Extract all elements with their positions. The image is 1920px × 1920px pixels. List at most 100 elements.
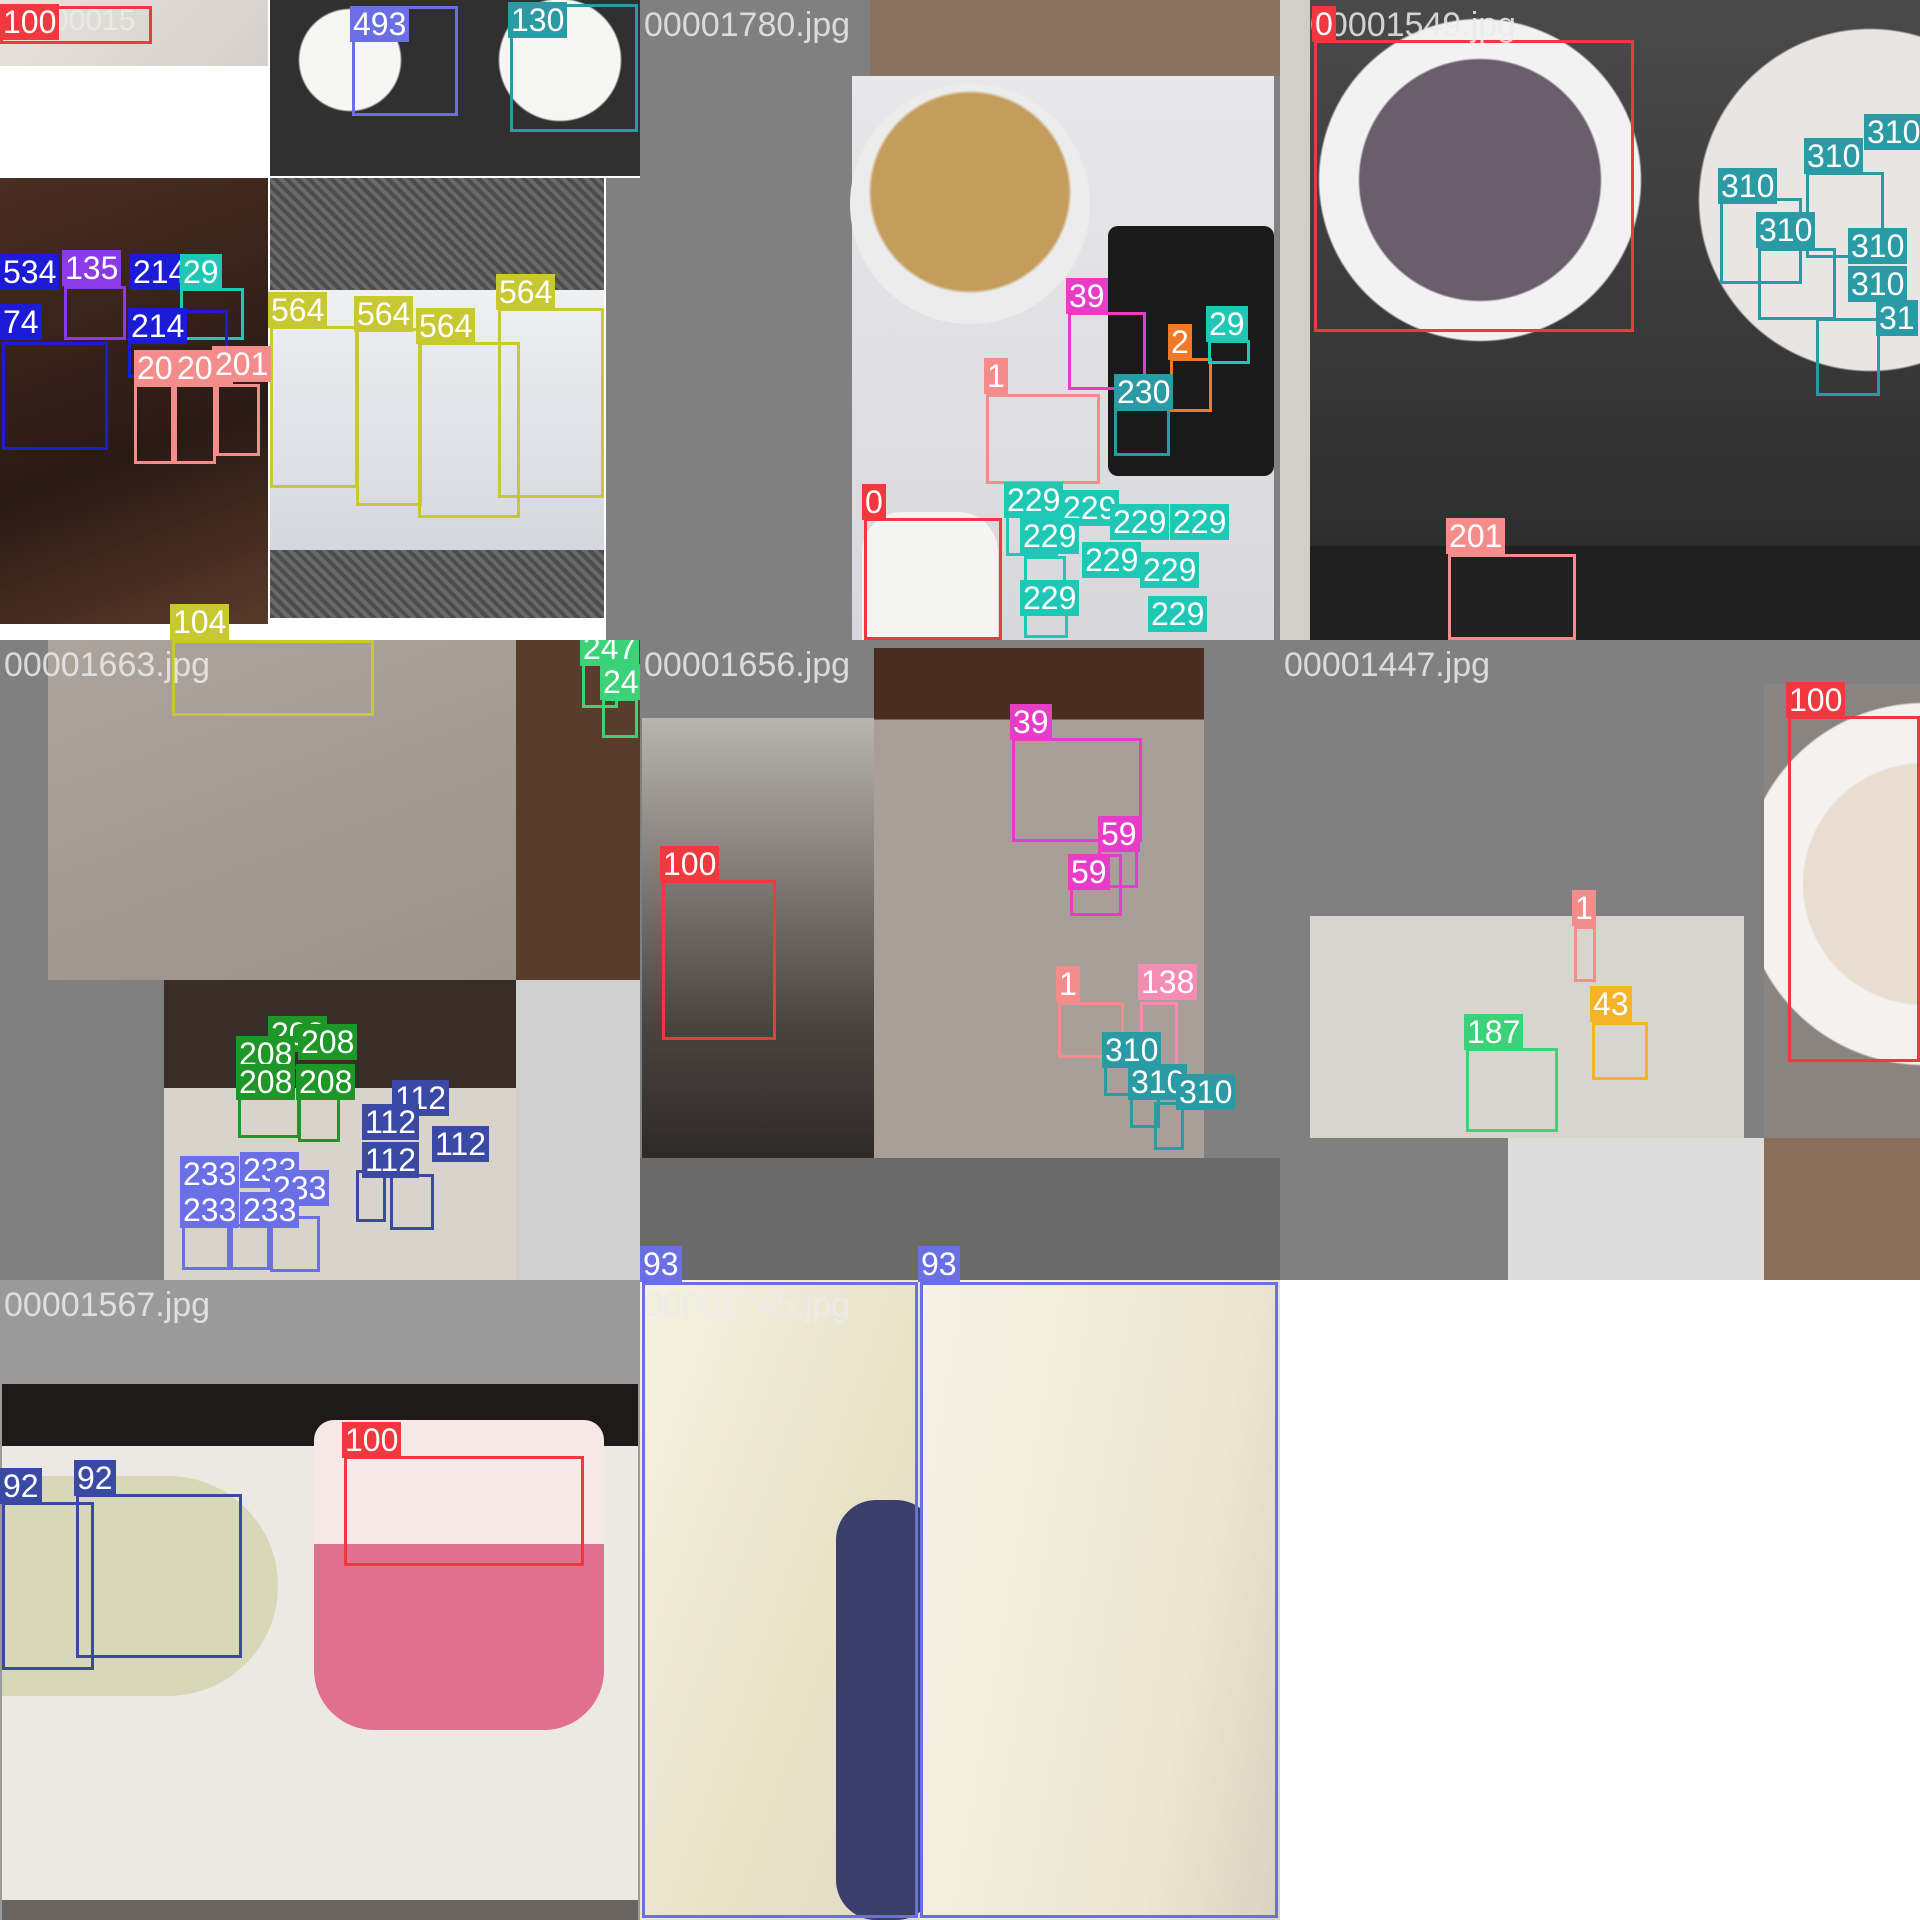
bbox-label: 100	[0, 4, 60, 40]
photo-bottom-wall	[1508, 1138, 1764, 1280]
bbox-label: 233	[240, 1192, 300, 1228]
bbox-label: 187	[1464, 1014, 1524, 1050]
photo-gray-bottom	[640, 1158, 1280, 1280]
bbox-93b	[920, 1282, 1278, 1918]
bbox-label: 564	[416, 308, 476, 344]
bbox-247b	[602, 698, 638, 738]
photo-left-strip	[1280, 0, 1310, 640]
bbox-label: 229	[1170, 504, 1230, 540]
photo-soup-bowl	[850, 84, 1090, 324]
bbox-label: 229	[1140, 552, 1200, 588]
bbox-label: 130	[508, 2, 568, 38]
bbox-92b	[76, 1494, 242, 1658]
bbox-label: 233	[180, 1156, 240, 1192]
bbox-label: 229	[1082, 542, 1142, 578]
bbox-label: 310	[1176, 1074, 1236, 1110]
bbox-564	[270, 326, 358, 488]
tile-6: 00001447.jpg 100 1 43 187	[1280, 640, 1920, 1280]
bbox-label: 534	[0, 254, 60, 290]
photo-counter	[516, 980, 640, 1280]
bbox-564b	[356, 328, 422, 506]
bbox-label: 43	[1590, 986, 1632, 1022]
bbox-135	[64, 286, 126, 340]
bbox-label: 135	[62, 250, 122, 286]
bbox-label: 214	[128, 308, 188, 344]
bbox-202	[134, 384, 174, 464]
bbox-label: 29	[180, 254, 222, 290]
bbox-1	[1574, 926, 1596, 982]
bbox-233b	[230, 1224, 270, 1270]
bbox-1	[986, 394, 1100, 484]
tile-filename: 00001549.jpg	[1310, 6, 1517, 44]
bbox-43	[1592, 1022, 1648, 1080]
bbox-label: 310	[1804, 138, 1864, 174]
bbox-label: 208	[298, 1024, 358, 1060]
tile-filename: 00001567.jpg	[4, 1286, 211, 1324]
bbox-label: 247	[600, 664, 640, 700]
bbox-label: 104	[170, 604, 230, 640]
bbox-2	[1170, 358, 1212, 412]
bbox-74	[2, 342, 108, 450]
bbox-label: 39	[1010, 704, 1052, 740]
bbox-label: 564	[354, 296, 414, 332]
bbox-label: 247	[580, 640, 640, 666]
bbox-label: 1	[1572, 890, 1596, 926]
tile-filename: 00015	[52, 4, 136, 37]
bbox-label: 138	[1138, 964, 1198, 1000]
bbox-112b	[390, 1174, 434, 1230]
bbox-label: 112	[362, 1104, 420, 1140]
tile-filename: 00001447.jpg	[1284, 646, 1491, 684]
tile-filename: 00001663.jpg	[4, 646, 211, 684]
bbox-label: 0	[1312, 6, 1336, 42]
tile-4: 00001663.jpg 104 247 247 208 208 208 208…	[0, 640, 640, 1280]
bbox-label: 1	[984, 358, 1008, 394]
bbox-202b	[174, 384, 216, 464]
photo-strip-bottom	[1310, 546, 1920, 640]
tile-8: 00001745.jpg 93 93	[640, 1280, 1280, 1920]
bbox-label: 31	[1876, 300, 1918, 336]
bbox-100	[662, 880, 776, 1040]
photo-bottom-strip	[2, 1900, 638, 1920]
bbox-187	[1466, 1048, 1558, 1132]
tile-filename: 00001780.jpg	[644, 6, 851, 44]
bbox-label: 493	[350, 6, 410, 42]
bbox-label: 74	[0, 304, 42, 340]
bbox-201	[1448, 554, 1576, 640]
bbox-label: 310	[1848, 228, 1908, 264]
bbox-label: 59	[1068, 854, 1110, 890]
bbox-100	[1788, 716, 1920, 1062]
bbox-label: 29	[1206, 306, 1248, 342]
bbox-label: 0	[862, 484, 886, 520]
bbox-0	[864, 518, 1002, 640]
bbox-label: 93	[640, 1246, 682, 1282]
bbox-29	[1208, 340, 1250, 364]
bbox-label: 100	[1786, 682, 1846, 718]
bbox-100	[344, 1456, 584, 1566]
bbox-label: 112	[432, 1126, 490, 1162]
bbox-93	[642, 1282, 918, 1918]
bbox-label: 310	[1848, 266, 1908, 302]
bbox-201	[216, 384, 260, 456]
bbox-label: 229	[1004, 482, 1064, 518]
bbox-310d	[1816, 318, 1880, 396]
tile-filename: 00001745.jpg	[644, 1286, 851, 1324]
tile-7: 00001567.jpg 100 92 92	[0, 1280, 640, 1920]
bbox-label: 233	[180, 1192, 240, 1228]
bbox-label: 1	[1056, 966, 1080, 1002]
bbox-label: 230	[1114, 374, 1174, 410]
bbox-label: 2	[1168, 324, 1192, 360]
tile-1: 00015 100 493 130 534 135 214 29 74 214 …	[0, 0, 640, 640]
bbox-310c	[1758, 248, 1836, 320]
bbox-label: 229	[1110, 504, 1170, 540]
bbox-230	[1114, 408, 1170, 456]
photo-gray-band	[606, 178, 640, 640]
bbox-label: 229	[1020, 518, 1080, 554]
bbox-564d	[498, 308, 604, 498]
bbox-label: 564	[268, 292, 328, 328]
bbox-label: 208	[296, 1064, 356, 1100]
bbox-label: 100	[660, 846, 720, 882]
bbox-label: 310	[1864, 114, 1920, 150]
bbox-label: 92	[0, 1468, 42, 1504]
bbox-label: 229	[1020, 580, 1080, 616]
tile-3: 00001549.jpg 0 310 310 310 310 310 310 3…	[1280, 0, 1920, 640]
